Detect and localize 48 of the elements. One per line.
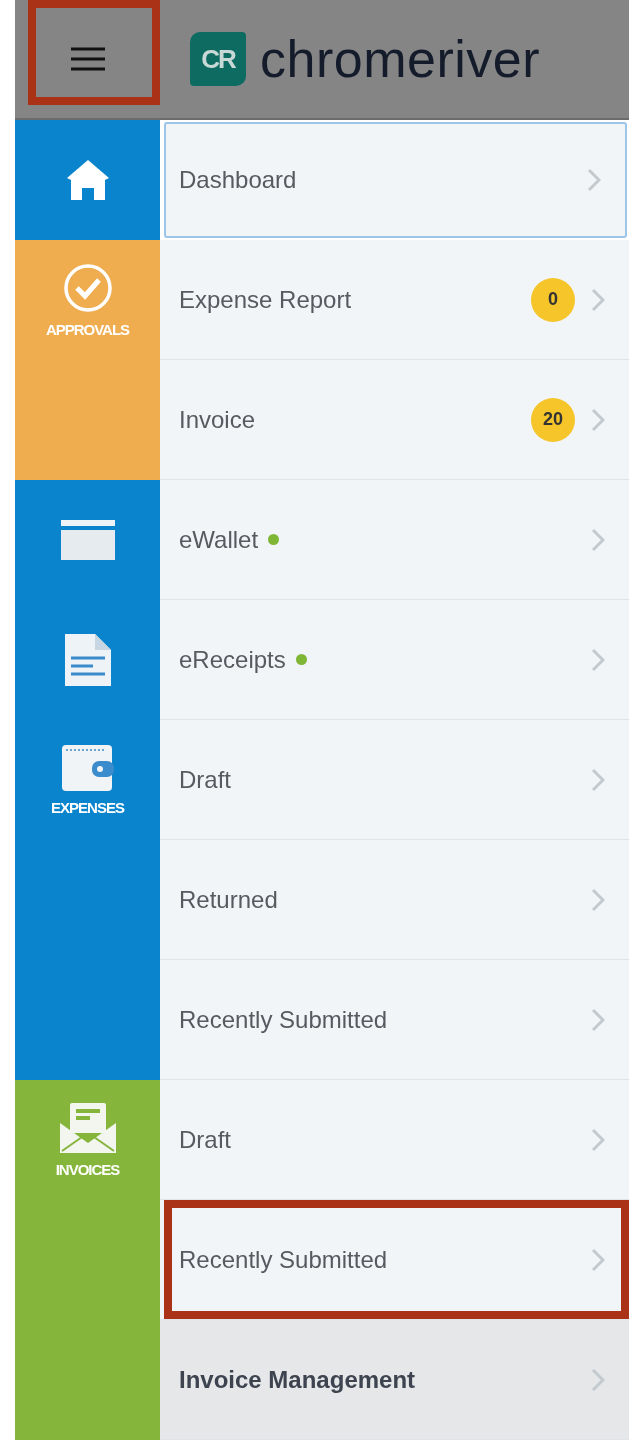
wallet-icon — [61, 744, 114, 791]
logo-text: chromeriver — [260, 33, 540, 85]
envelope-icon — [59, 1102, 116, 1153]
menu-item[interactable]: Invoice Management — [160, 1320, 629, 1440]
menu-item[interactable]: Returned — [160, 840, 629, 960]
section-label: INVOICES — [55, 1160, 120, 1178]
chevron-right-icon — [591, 767, 605, 792]
menu-item[interactable]: Recently Submitted — [160, 960, 629, 1080]
menu-item[interactable]: Draft — [160, 720, 629, 840]
menu-item-label: Returned — [179, 885, 278, 914]
menu-item-label: eReceipts — [179, 645, 286, 674]
document-icon — [64, 634, 111, 686]
section-rail[interactable] — [15, 120, 160, 240]
menu-item-label: Recently Submitted — [179, 1245, 388, 1274]
section-rail[interactable]: EXPENSES — [15, 480, 160, 1080]
count-badge: 0 — [531, 277, 575, 322]
menu-item[interactable]: Dashboard — [164, 122, 627, 238]
chevron-right-icon — [591, 287, 605, 312]
menu-item[interactable]: Expense Report 0 — [160, 240, 629, 360]
chevron-right-icon — [591, 1247, 605, 1272]
menu-icon — [70, 47, 105, 71]
chevron-right-icon — [591, 1007, 605, 1032]
menu-item-label: Draft — [179, 765, 231, 794]
chevron-right-icon — [591, 887, 605, 912]
section-label: EXPENSES — [51, 798, 124, 816]
menu-item[interactable]: eWallet — [160, 480, 629, 600]
chevron-right-icon — [587, 168, 601, 192]
menu-item[interactable]: eReceipts — [160, 600, 629, 720]
chevron-right-icon — [591, 1367, 605, 1392]
section-label: APPROVALS — [45, 320, 130, 338]
menu-item-label: Draft — [179, 1125, 231, 1154]
menu-item-label: Dashboard — [179, 166, 297, 194]
logo-mark: CR — [190, 32, 246, 86]
menu-item-label: Invoice — [179, 405, 256, 434]
chevron-right-icon — [591, 527, 605, 552]
chevron-right-icon — [591, 647, 605, 672]
menu-item[interactable]: Recently Submitted — [160, 1200, 629, 1320]
menu-item-label: Expense Report — [179, 285, 352, 314]
card-icon — [60, 520, 115, 560]
menu-item-label: Recently Submitted — [179, 1005, 388, 1034]
menu-item[interactable]: Invoice 20 — [160, 360, 629, 480]
menu-item-label: Invoice Management — [179, 1365, 416, 1394]
chevron-right-icon — [591, 1127, 605, 1152]
count-badge: 20 — [531, 397, 575, 442]
menu-item[interactable]: Draft — [160, 1080, 629, 1200]
chevron-right-icon — [591, 407, 605, 432]
menu-item-label: eWallet — [179, 525, 259, 554]
check-circle-icon — [62, 262, 113, 313]
